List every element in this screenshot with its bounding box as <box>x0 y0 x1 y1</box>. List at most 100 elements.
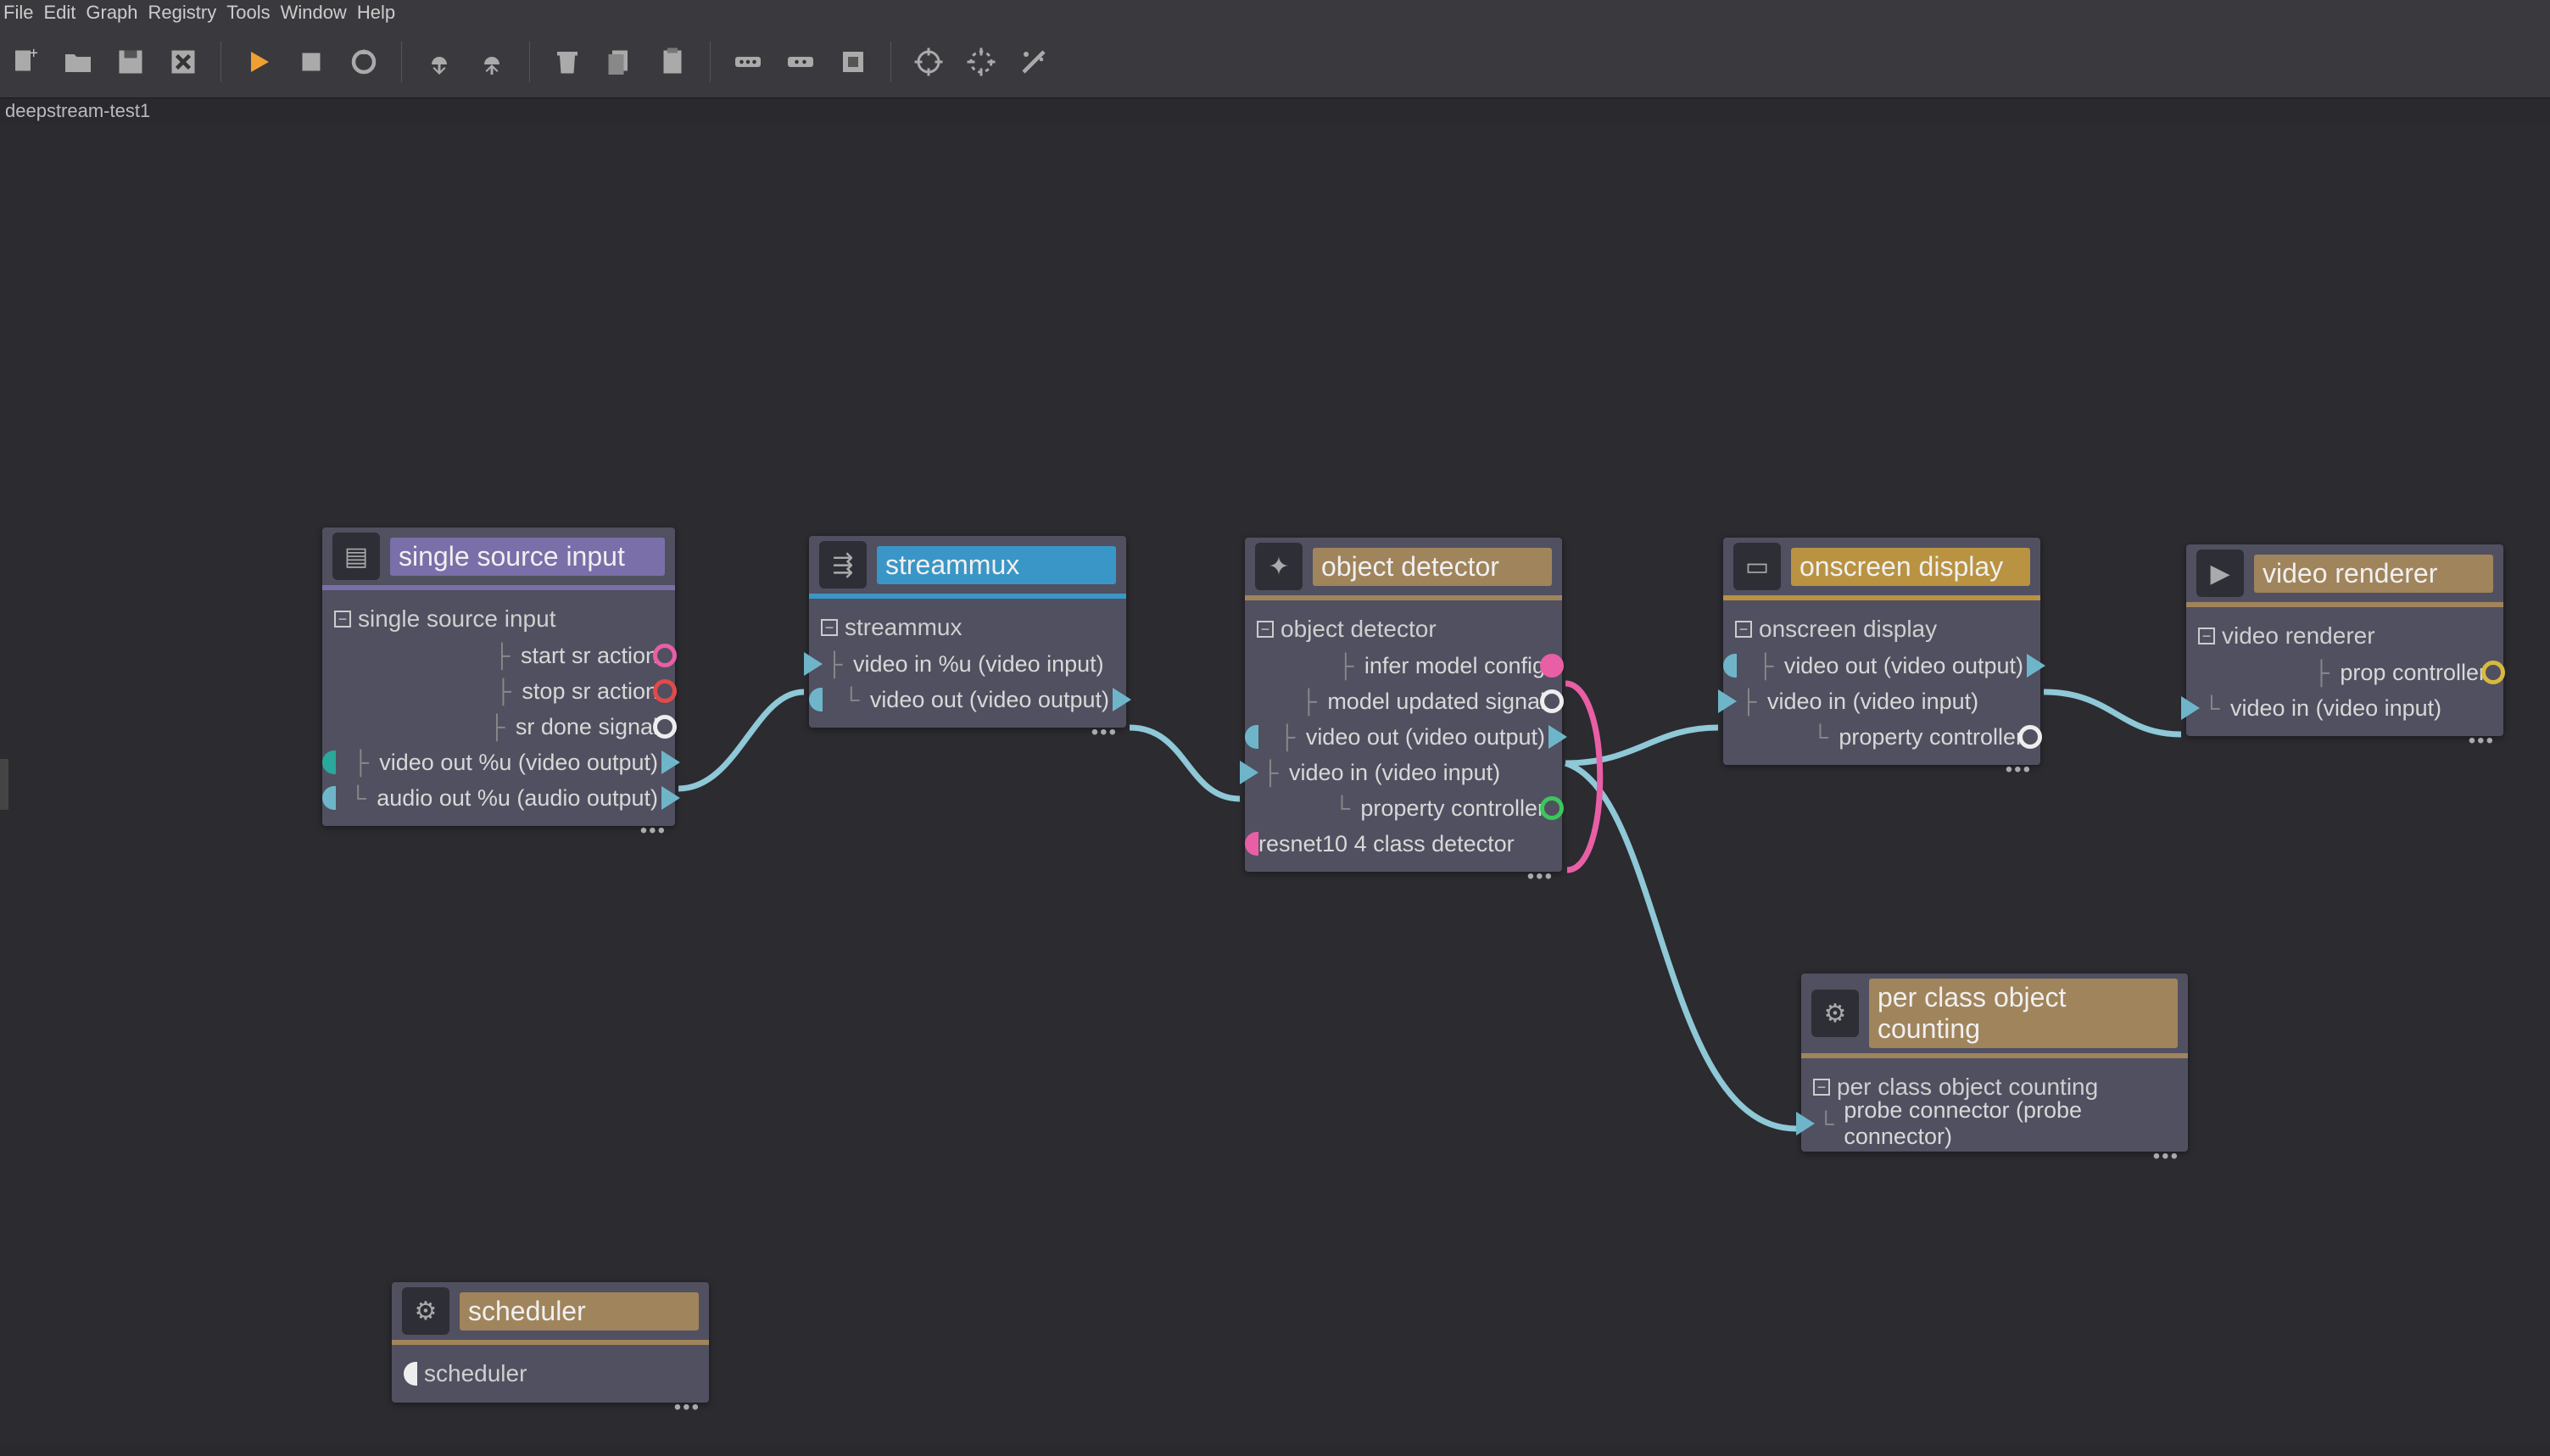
side-panel-handle[interactable] <box>0 759 8 810</box>
target-icon[interactable] <box>910 43 947 81</box>
node-menu-icon[interactable]: ••• <box>2469 729 2495 753</box>
node-subtitle: streammux <box>845 614 962 641</box>
port-pin[interactable] <box>2018 725 2042 749</box>
port-label: video out (video output) <box>1784 653 2023 679</box>
menu-registry[interactable]: Registry <box>148 2 217 24</box>
merge-icon: ⇶ <box>819 541 867 589</box>
stop-icon[interactable] <box>293 43 330 81</box>
port-label: video in (video input) <box>1767 689 1978 715</box>
separator <box>890 42 891 82</box>
menu-help[interactable]: Help <box>357 2 395 24</box>
port-pin[interactable] <box>2027 654 2045 678</box>
port-label: video out (video output) <box>1306 724 1545 750</box>
cloud-upload-icon[interactable] <box>473 43 511 81</box>
cloud-download-icon[interactable] <box>421 43 458 81</box>
port-pin[interactable] <box>1540 654 1564 678</box>
port-pin[interactable] <box>1113 688 1131 711</box>
port-label: video in (video input) <box>1289 760 1500 786</box>
toolbar: + <box>0 25 2550 98</box>
trash-icon[interactable] <box>549 43 586 81</box>
port-pin[interactable] <box>661 786 680 810</box>
gear-icon: ⚙ <box>402 1287 449 1335</box>
menu-window[interactable]: Window <box>281 2 347 24</box>
port-pin[interactable] <box>1540 689 1564 713</box>
port-pin[interactable] <box>2481 661 2505 684</box>
node-title: object detector <box>1313 548 1552 586</box>
collapse-icon[interactable]: − <box>821 619 838 636</box>
port-pin[interactable] <box>804 652 823 676</box>
target2-icon[interactable] <box>963 43 1000 81</box>
node-video-renderer[interactable]: ▶ video renderer ••• −video renderer ├pr… <box>2186 544 2503 736</box>
port-pin[interactable] <box>1540 796 1564 820</box>
in-half-pin[interactable] <box>1245 832 1258 856</box>
in-half-pin[interactable] <box>1245 725 1258 749</box>
separator <box>529 42 530 82</box>
port-pin[interactable] <box>653 644 677 667</box>
collapse-icon[interactable]: − <box>1813 1079 1830 1096</box>
play-icon[interactable] <box>240 43 277 81</box>
open-icon[interactable] <box>59 43 97 81</box>
port-pin[interactable] <box>1718 689 1737 713</box>
node-title: streammux <box>877 546 1116 584</box>
node-subtitle: scheduler <box>424 1360 527 1387</box>
port-label: infer model config <box>1364 653 1545 679</box>
node-per-class-object-counting[interactable]: ⚙ per class object counting ••• −per cla… <box>1801 973 2188 1152</box>
display-icon: ▭ <box>1733 543 1781 590</box>
port-pin[interactable] <box>661 750 680 774</box>
menu-tools[interactable]: Tools <box>226 2 270 24</box>
collapse-icon[interactable]: − <box>2198 628 2215 644</box>
tabbar: deepstream-test1 <box>0 98 2550 124</box>
menu-graph[interactable]: Graph <box>86 2 137 24</box>
collapse-icon[interactable]: − <box>1257 621 1274 638</box>
node-subtitle: object detector <box>1281 616 1437 643</box>
node-menu-icon[interactable]: ••• <box>1091 721 1118 745</box>
separator <box>220 42 221 82</box>
port-label: property controller <box>1360 795 1545 822</box>
more-h2-icon[interactable] <box>782 43 819 81</box>
port-label: stop sr action <box>522 678 658 705</box>
node-single-source-input[interactable]: ▤ single source input ••• −single source… <box>322 527 675 826</box>
in-half-pin[interactable] <box>322 750 336 774</box>
node-scheduler[interactable]: ⚙ scheduler ••• scheduler <box>392 1282 709 1403</box>
port-pin[interactable] <box>1240 761 1258 784</box>
port-pin[interactable] <box>653 715 677 739</box>
tab-current[interactable]: deepstream-test1 <box>5 100 150 121</box>
node-menu-icon[interactable]: ••• <box>2006 758 2032 782</box>
node-title: scheduler <box>460 1292 699 1330</box>
wand-icon[interactable] <box>1015 43 1052 81</box>
node-menu-icon[interactable]: ••• <box>674 1396 700 1420</box>
in-half-pin[interactable] <box>404 1362 417 1386</box>
new-file-icon[interactable]: + <box>7 43 44 81</box>
sync-icon[interactable] <box>345 43 382 81</box>
menubar: File Edit Graph Registry Tools Window He… <box>0 0 2550 25</box>
graph-canvas[interactable]: ▤ single source input ••• −single source… <box>0 124 2550 1444</box>
camera-icon: ▤ <box>332 533 380 580</box>
menu-file[interactable]: File <box>3 2 33 24</box>
collapse-icon[interactable]: − <box>1735 621 1752 638</box>
node-object-detector[interactable]: ✦ object detector ••• −object detector ├… <box>1245 538 1562 872</box>
port-label: sr done signal <box>516 714 658 740</box>
in-half-pin[interactable] <box>809 688 823 711</box>
collapse-icon[interactable]: − <box>334 611 351 628</box>
port-label: property controller <box>1839 724 2023 750</box>
in-half-pin[interactable] <box>1723 654 1737 678</box>
in-half-pin[interactable] <box>322 786 336 810</box>
node-streammux[interactable]: ⇶ streammux ••• −streammux ├video in %u … <box>809 536 1126 728</box>
node-menu-icon[interactable]: ••• <box>640 819 667 843</box>
monitor-icon: ▶ <box>2196 549 2244 597</box>
close-icon[interactable] <box>165 43 202 81</box>
menu-edit[interactable]: Edit <box>43 2 75 24</box>
port-pin[interactable] <box>653 679 677 703</box>
port-pin[interactable] <box>1796 1112 1815 1135</box>
save-icon[interactable] <box>112 43 149 81</box>
port-pin[interactable] <box>1548 725 1567 749</box>
node-title: video renderer <box>2254 555 2493 593</box>
square-icon[interactable] <box>834 43 872 81</box>
more-h-icon[interactable] <box>729 43 767 81</box>
port-label: video out %u (video output) <box>379 750 658 776</box>
port-pin[interactable] <box>2181 696 2200 720</box>
node-menu-icon[interactable]: ••• <box>1527 865 1554 889</box>
paste-icon[interactable] <box>654 43 691 81</box>
copy-icon[interactable] <box>601 43 639 81</box>
node-onscreen-display[interactable]: ▭ onscreen display ••• −onscreen display… <box>1723 538 2040 765</box>
